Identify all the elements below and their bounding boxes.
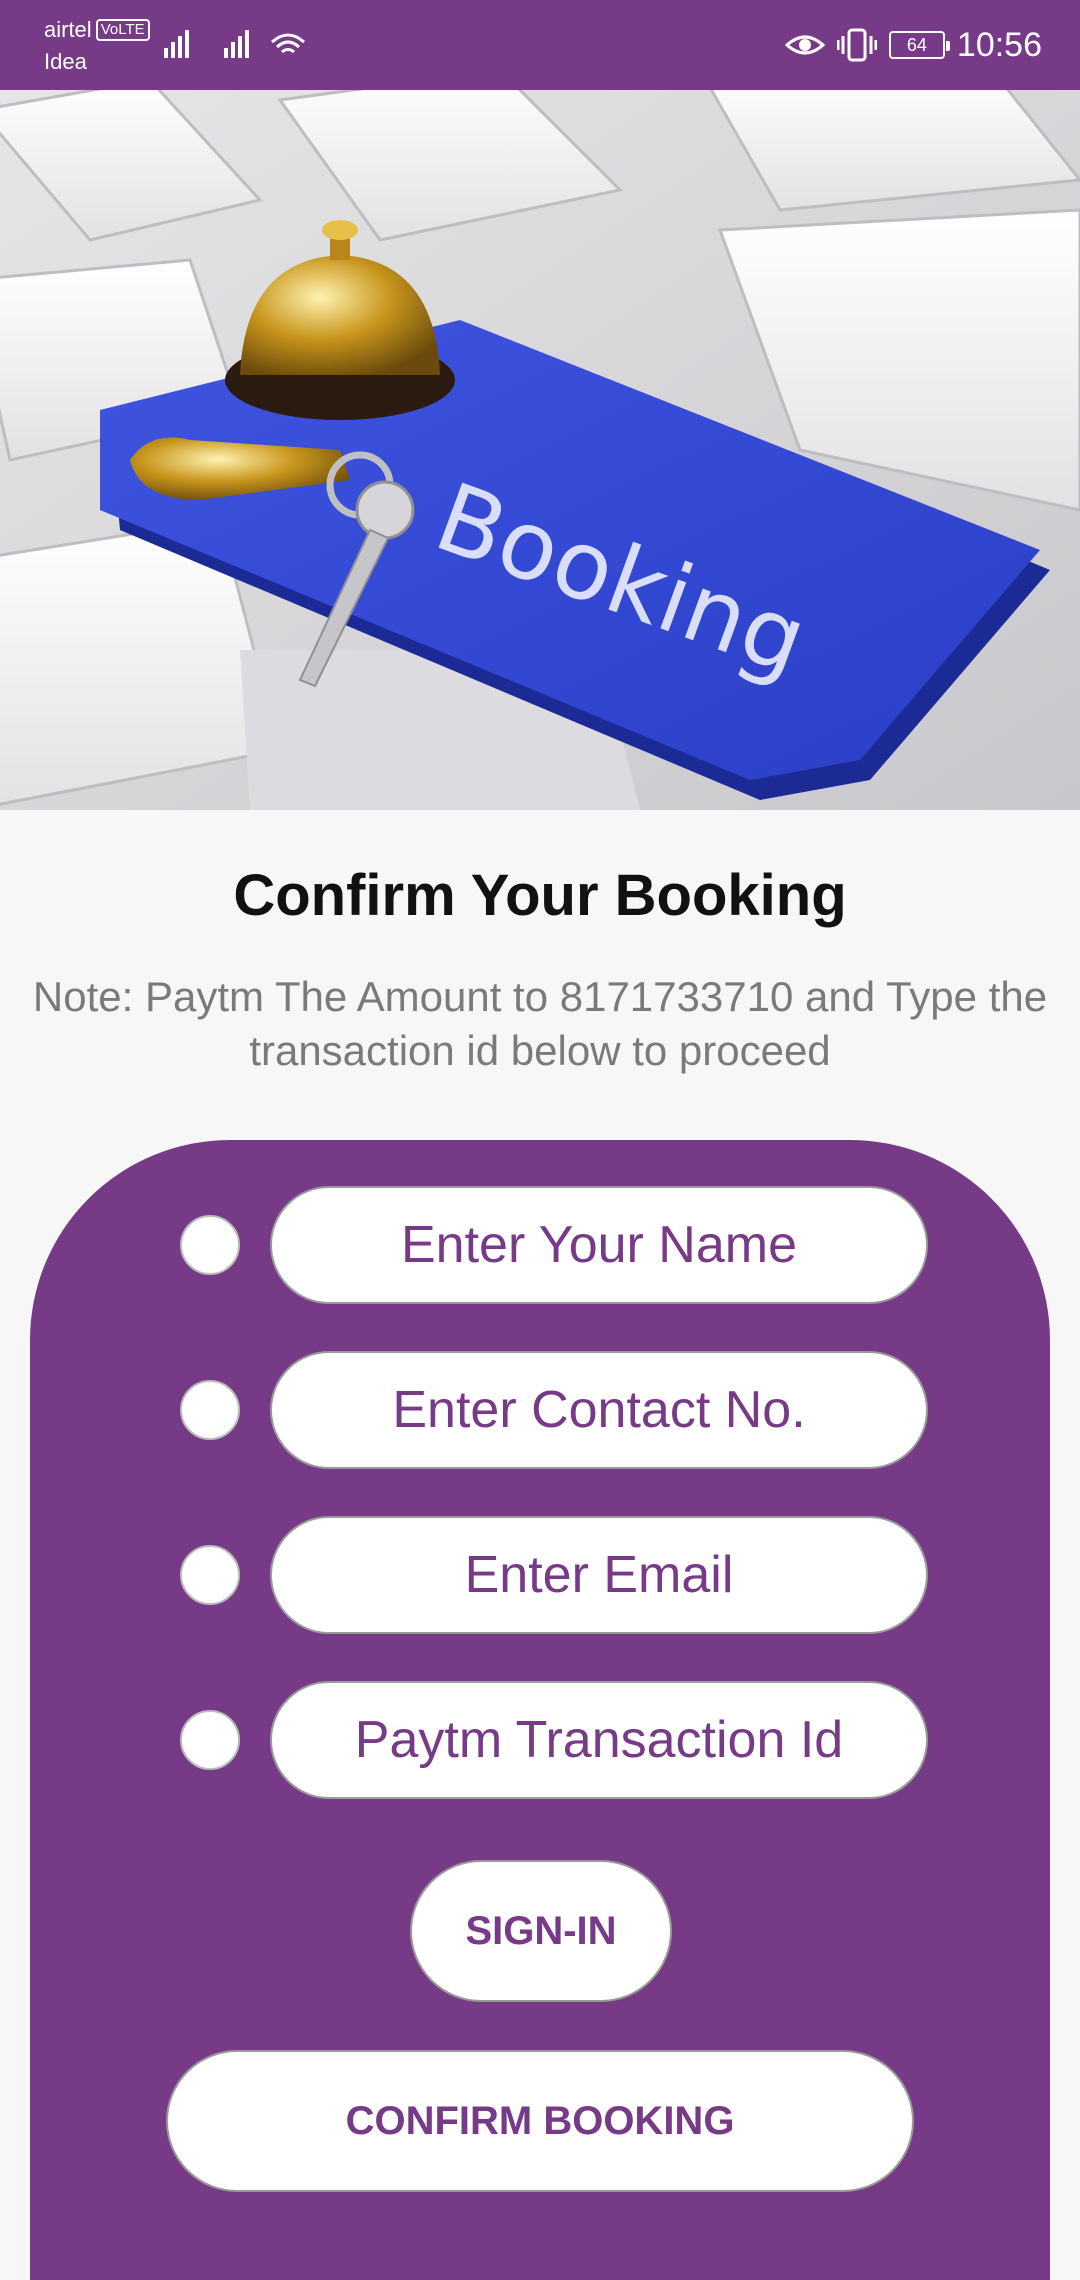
- battery-level: 64: [906, 35, 927, 55]
- email-field-placeholder: Enter Email: [464, 1546, 734, 1604]
- carrier-2: Idea: [44, 49, 87, 74]
- contact-field-placeholder: Enter Contact No.: [392, 1381, 806, 1439]
- carrier-info: airtel VoLTE Idea: [44, 14, 150, 78]
- clock: 10:56: [956, 25, 1042, 64]
- page-title: Confirm Your Booking: [233, 863, 847, 928]
- confirm-booking-button[interactable]: CONFIRM BOOKING: [166, 2050, 914, 2192]
- email-field[interactable]: Enter Email: [270, 1516, 928, 1634]
- wifi-icon: [271, 33, 305, 54]
- name-field-placeholder: Enter Your Name: [400, 1216, 798, 1274]
- signal-icon: [164, 24, 314, 69]
- status-bar: airtel VoLTE Idea 64 10:56: [0, 0, 1080, 90]
- email-radio[interactable]: [180, 1545, 240, 1605]
- payment-note: Note: Paytm The Amount to 8171733710 and…: [32, 973, 1048, 1074]
- name-field[interactable]: Enter Your Name: [270, 1186, 928, 1304]
- vibrate-icon: [836, 28, 877, 62]
- battery-icon: 64: [888, 31, 950, 59]
- carrier-1: airtel: [44, 17, 92, 42]
- contact-radio[interactable]: [180, 1380, 240, 1440]
- sign-in-label: SIGN-IN: [465, 1908, 617, 1953]
- booking-form-card: Enter Your Name Enter Contact No. Enter …: [30, 1140, 1050, 2280]
- transaction-field-placeholder: Paytm Transaction Id: [354, 1711, 844, 1769]
- contact-field[interactable]: Enter Contact No.: [270, 1351, 928, 1469]
- transaction-id-field[interactable]: Paytm Transaction Id: [270, 1681, 928, 1799]
- hero-image: Booking: [0, 90, 1080, 810]
- right-status: 64 10:56: [784, 22, 1042, 68]
- confirm-booking-label: CONFIRM BOOKING: [345, 2098, 735, 2143]
- eye-icon: [784, 35, 825, 55]
- name-radio[interactable]: [180, 1215, 240, 1275]
- sign-in-button[interactable]: SIGN-IN: [410, 1860, 672, 2002]
- transaction-radio[interactable]: [180, 1710, 240, 1770]
- volte-badge: VoLTE: [95, 19, 150, 41]
